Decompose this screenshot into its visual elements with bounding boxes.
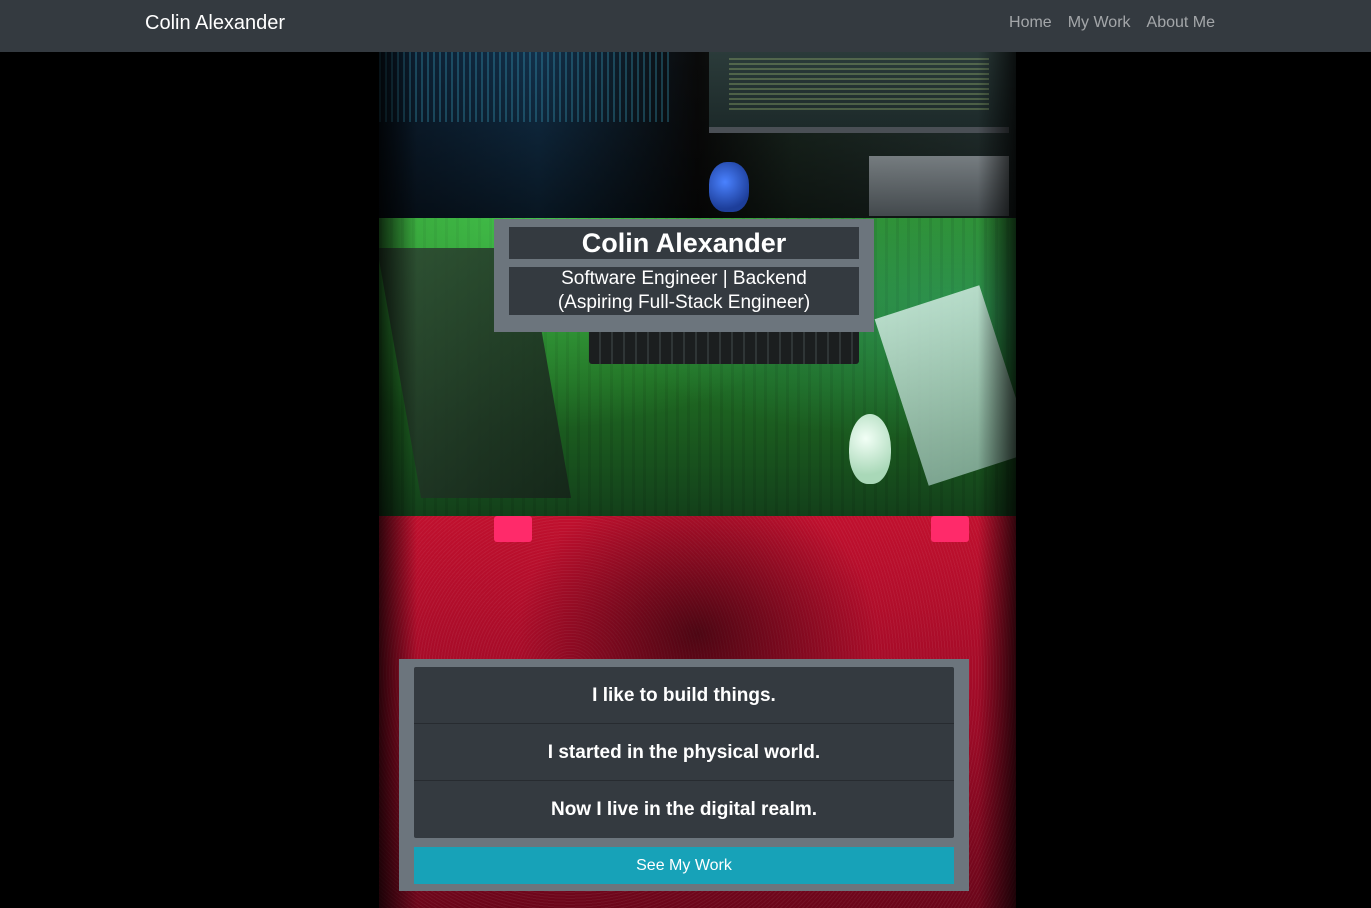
nav-link-my-work[interactable]: My Work — [1068, 14, 1131, 32]
hero-image-code-screen — [379, 52, 669, 122]
hero-image-mouse — [849, 414, 891, 484]
hero-image-monitor-scene — [379, 52, 1016, 218]
title-card: Colin Alexander Software Engineer | Back… — [494, 219, 874, 332]
hero-image-monitor — [709, 52, 1009, 133]
hero-image-monitor-code — [729, 58, 989, 113]
intro-line-digital-realm: Now I live in the digital realm. — [550, 799, 818, 820]
intro-line-build-things: I like to build things. — [414, 667, 954, 724]
brand-link[interactable]: Colin Alexander — [145, 12, 285, 35]
hero-image-monitor-stand — [869, 156, 1009, 216]
intro-list: I like to build things. I started in the… — [414, 667, 954, 838]
hero-image-notebook — [874, 285, 1016, 486]
hero-subtitle: Software Engineer | Backend (Aspiring Fu… — [509, 267, 859, 315]
hero-image-keyboard — [589, 328, 859, 364]
nav-links: Home My Work About Me — [1009, 14, 1215, 32]
nav-link-home[interactable]: Home — [1009, 14, 1052, 32]
hero-image-bottle — [709, 162, 749, 212]
hero-title: Colin Alexander — [509, 227, 859, 259]
see-my-work-button[interactable]: See My Work — [414, 847, 954, 884]
hero-subtitle-line-1: Software Engineer | Backend — [561, 268, 807, 289]
top-navbar: Colin Alexander Home My Work About Me — [0, 0, 1371, 52]
hero-subtitle-line-2: (Aspiring Full-Stack Engineer) — [557, 292, 811, 313]
nav-link-about-me[interactable]: About Me — [1147, 14, 1215, 32]
hero-image-floor-object — [931, 516, 969, 542]
intro-card: I like to build things. I started in the… — [399, 659, 969, 891]
hero-image-floor-object — [494, 516, 532, 542]
intro-line-physical-world: I started in the physical world. — [414, 724, 954, 781]
